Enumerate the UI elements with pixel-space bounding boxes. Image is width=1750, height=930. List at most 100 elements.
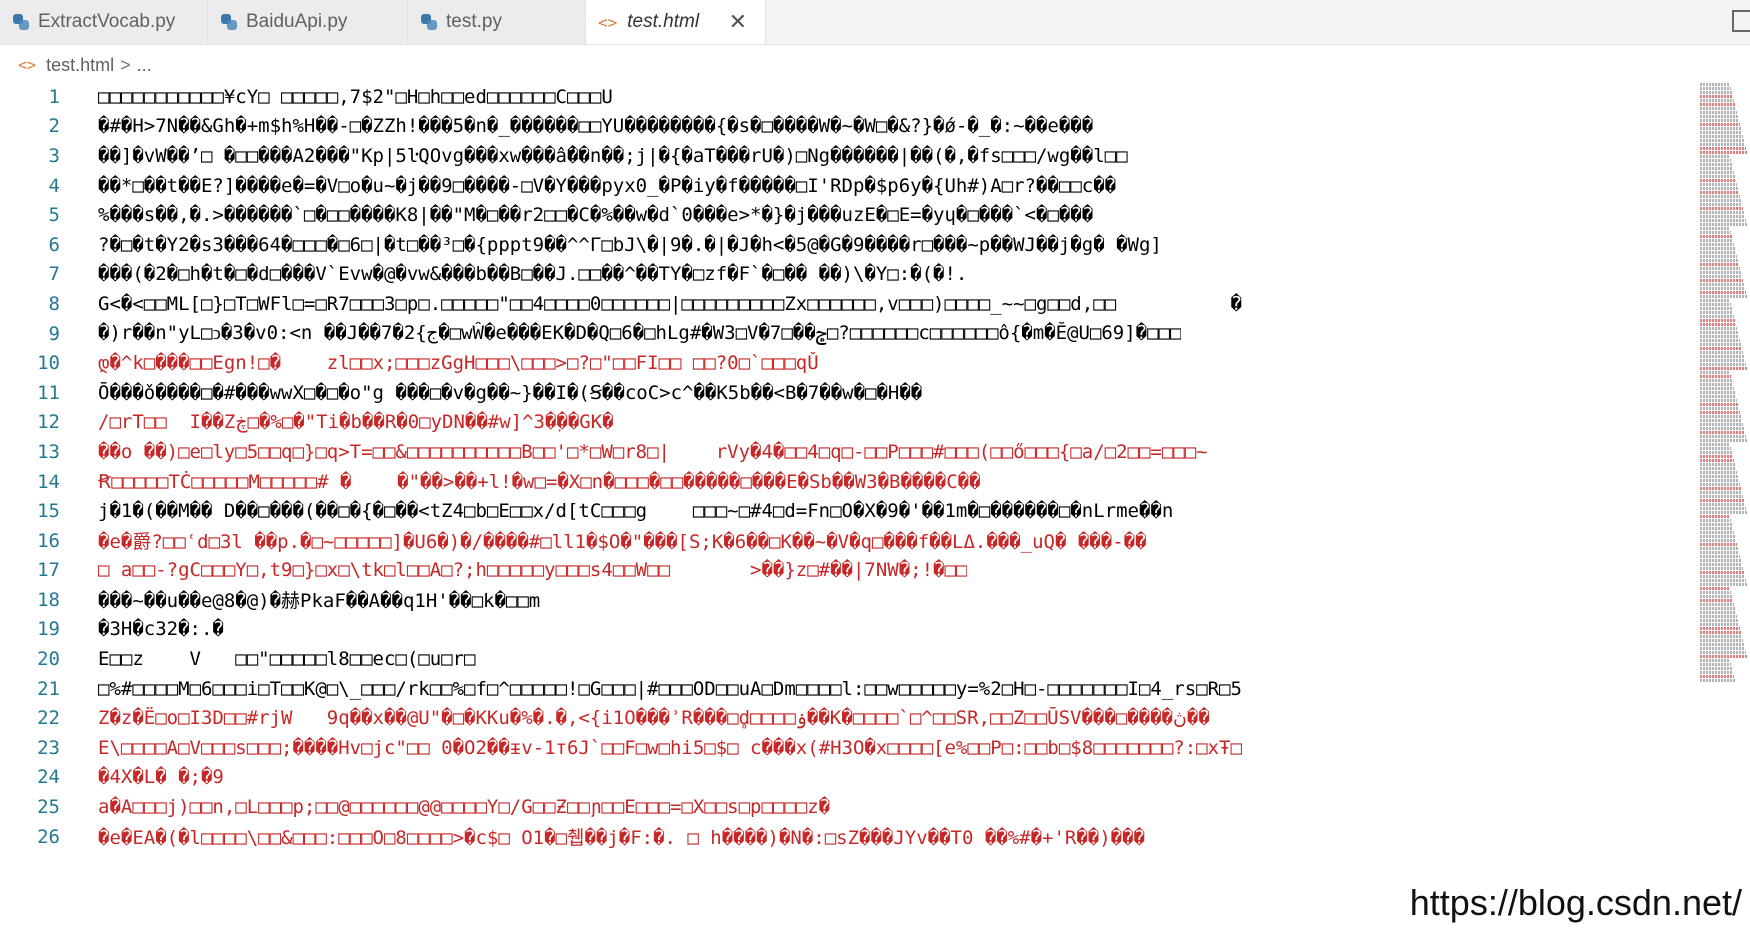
tab-baiduapi[interactable]: BaiduApi.py [208, 0, 408, 44]
watermark-text: https://blog.csdn.net/ [1409, 882, 1742, 923]
code-line[interactable]: 22 Z�z�Ë□o□I3D□□#rjW 9q��x��@U"�□�KKu�%�.… [0, 703, 1700, 733]
minimap-line [1700, 351, 1743, 354]
code-line[interactable]: 4 ��*□��t��E?]����e�=�V□o�u~�j��9□����-□V… [0, 171, 1700, 201]
line-text[interactable]: Ō���ǒ����□�#���wwX□�□�o"g ���□�v�g��~}��… [98, 382, 922, 404]
minimap-line [1700, 591, 1731, 594]
code-line[interactable]: 15 j�1�(��M�� D��□���(��□�{�□��<tZ4□b□E□□… [0, 496, 1700, 526]
line-text[interactable]: Ꞧ□□□□□TĊ□□□□□M□□□□□# � �"��>��+l!�w□=�X□… [98, 471, 981, 493]
tab-bar: ExtractVocab.py BaiduApi.py test.py <> t… [0, 0, 1750, 45]
code-line[interactable]: 12 /□rT□□ I��Zڿ□�%□�"Ti�b��R�0□yDN��#w]^3… [0, 408, 1700, 438]
minimap-line [1700, 235, 1732, 238]
line-text[interactable]: �e�EA�(�l□□□□\□□&□□□:□□□O□8□□□□>�c$□ O1�… [98, 823, 1145, 850]
code-line[interactable]: 2 �#�H>7N��&Gh�+m$h%H��-□�ZZh!���5�n�_���… [0, 112, 1700, 142]
minimap[interactable] [1698, 82, 1750, 930]
line-text[interactable]: ��*□��t��E?]����e�=�V□o�u~�j��9□����-□V�… [98, 175, 1116, 197]
code-line[interactable]: 6 ?�□�t�Y2�s3���64�□□□�□6□|�t□��³□�{pppt9… [0, 230, 1700, 260]
minimap-line [1700, 231, 1731, 234]
line-text[interactable]: ���(�2�□h�t�□�d□���V`Evw�@�vw&���b��B□��… [98, 263, 967, 285]
minimap-line [1700, 107, 1736, 110]
minimap-line [1700, 359, 1745, 362]
line-text[interactable]: /□rT□□ I��Zڿ□�%□�"Ti�b��R�0□yDN��#w]^3�ٜ… [98, 411, 614, 433]
minimap-line [1700, 459, 1734, 462]
code-line[interactable]: 20 E□□z V □□"□□□□□l8□□ec□(□u□r□ [0, 644, 1700, 674]
minimap-line [1700, 139, 1744, 142]
minimap-line [1700, 143, 1745, 146]
minimap-line [1700, 659, 1730, 662]
minimap-line [1700, 87, 1731, 90]
line-number: 19 [37, 618, 60, 641]
minimap-line [1700, 447, 1731, 450]
line-text[interactable]: ��]�vW��’□ �□□���A2���"Kp|5ŀQOvg���xw���… [98, 145, 1128, 167]
code-line[interactable]: 9 �)r��n"yL□ↄ�3�v0:<n ��J��7�2{ج�□wŴ�e���… [0, 319, 1700, 349]
code-line[interactable]: 17 □ a□□-?gC□□□Y□,t9□}□x□\tk□l□□A□?;h□□□□… [0, 556, 1700, 586]
code-line[interactable]: 14 Ꞧ□□□□□TĊ□□□□□M□□□□□# � �"��>��+l!�w□=�… [0, 467, 1700, 497]
code-line[interactable]: 25 a�A□□□j)□□n,□L□□□p;□□@□□□□□□@@□□□□Y□/G… [0, 792, 1700, 822]
code-line[interactable]: 16 �e�爵?□□ʿd□3l ��p.�□~□□□□□]�U6�)�/����#… [0, 526, 1700, 556]
line-number: 26 [37, 825, 60, 848]
code-line[interactable]: 24 �4X�L� �;�9 [0, 763, 1700, 793]
line-text[interactable]: G<�<□□ML[□}□T□WFl□=□R7□□□3□p□.□□□□□"□□4□… [98, 293, 1242, 315]
minimap-line [1700, 423, 1743, 426]
code-line[interactable]: 1 □□□□□□□□□□□¥cY□ □□□□□,7$2"□H□h□□ed□□□□□… [0, 82, 1700, 112]
code-line[interactable]: 26 �e�EA�(�l□□□□\□□&□□□:□□□O□8□□□□>�c$□ O… [0, 822, 1700, 852]
minimap-line [1700, 99, 1734, 102]
line-text[interactable]: j�1�(��M�� D��□���(��□�{�□��<tZ4□b□E□□x/… [98, 500, 1173, 522]
line-number: 3 [48, 144, 60, 167]
split-editor-icon[interactable] [1732, 10, 1750, 32]
line-text[interactable]: დ�^k□���□□Egn!□� zl□□x;□□□zGgH□□□\□□□>□?… [98, 352, 819, 374]
code-line[interactable]: 21 □%#□□□□M□6□□□i□T□□K@□\_□□□/rk□□%□f□^□□… [0, 674, 1700, 704]
minimap-line [1700, 531, 1734, 534]
tab-extractvocab[interactable]: ExtractVocab.py [0, 0, 208, 44]
minimap-line [1700, 203, 1742, 206]
code-line[interactable]: 13 ��o ��)□e□ly□5□□q□}□q>T=□□&□□□□□□□□□□B… [0, 437, 1700, 467]
minimap-line [1700, 331, 1738, 334]
minimap-line [1700, 151, 1747, 154]
code-line[interactable]: 18 ���~��u��e@8�@)�赫PkaF��A��q1H'��□k�□□m [0, 585, 1700, 615]
minimap-line [1700, 607, 1735, 610]
code-line[interactable]: 8 G<�<□□ML[□}□T□WFl□=□R7□□□3□p□.□□□□□"□□4… [0, 289, 1700, 319]
line-text[interactable]: □□□□□□□□□□□¥cY□ □□□□□,7$2"□H□h□□ed□□□□□□… [98, 86, 613, 108]
tab-test-html[interactable]: <> test.html ✕ [586, 0, 766, 44]
minimap-line [1700, 195, 1740, 198]
line-text[interactable]: E□□z V □□"□□□□□l8□□ec□(□u□r□ [98, 648, 476, 670]
code-line[interactable]: 7 ���(�2�□h�t�□�d□���V`Evw�@�vw&���b��B□�… [0, 260, 1700, 290]
code-line[interactable]: 19 �3H�c32�:.� [0, 615, 1700, 645]
line-text[interactable]: �3H�c32�:.� [98, 618, 224, 640]
line-text[interactable]: □%#□□□□M□6□□□i□T□□K@□\_□□□/rk□□%□f□^□□□□… [98, 678, 1242, 700]
minimap-line [1700, 487, 1741, 490]
line-text[interactable]: �e�爵?□□ʿd□3l ��p.�□~□□□□□]�U6�)�/����#□l… [98, 527, 1147, 554]
breadcrumb-more[interactable]: ... [137, 55, 152, 76]
code-line[interactable]: 5 %���s��,�.>������`□�□□����K8|��"M�□��r2… [0, 200, 1700, 230]
line-text[interactable]: �#�H>7N��&Gh�+m$h%H��-□�ZZh!���5�n�_����… [98, 115, 1093, 137]
code-line[interactable]: 11 Ō���ǒ����□�#���wwX□�□�o"g ���□�v�g��~}… [0, 378, 1700, 408]
line-text[interactable]: �)r��n"yL□ↄ�3�v0:<n ��J��7�2{ج�□wŴ�e���E… [98, 322, 1181, 345]
minimap-line [1700, 83, 1730, 86]
line-text[interactable]: ���~��u��e@8�@)�赫PkaF��A��q1H'��□k�□□m [98, 586, 540, 613]
line-text[interactable]: □ a□□-?gC□□□Y□,t9□}□x□\tk□l□□A□?;h□□□□□y… [98, 559, 967, 581]
minimap-line [1700, 555, 1740, 558]
close-icon[interactable]: ✕ [721, 9, 747, 35]
line-text[interactable]: ?�□�t�Y2�s3���64�□□□�□6□|�t□��³□�{pppt9�… [98, 234, 1162, 256]
minimap-line [1700, 379, 1732, 382]
line-number: 1 [48, 85, 60, 108]
line-text[interactable]: a�A□□□j)□□n,□L□□□p;□□@□□□□□□@@□□□□Y□/G□□… [98, 796, 830, 818]
line-text[interactable]: E\□□□□A□V□□□s□□□;����Hv□jc"□□ 0�O2��ᵻv-1… [98, 737, 1242, 759]
minimap-line [1700, 127, 1741, 130]
line-text[interactable]: Z�z�Ë□o□I3D□□#rjW 9q��x��@U"�□�KKu�%�.�,… [98, 707, 1210, 729]
tab-test-py[interactable]: test.py [408, 0, 586, 44]
minimap-line [1700, 271, 1741, 274]
code-line[interactable]: 3 ��]�vW��’□ �□□���A2���"Kp|5ŀQOvg���xw��… [0, 141, 1700, 171]
minimap-line [1700, 603, 1734, 606]
code-line[interactable]: 23 E\□□□□A□V□□□s□□□;����Hv□jc"□□ 0�O2��ᵻv… [0, 733, 1700, 763]
line-text[interactable]: �4X�L� �;�9 [98, 766, 224, 788]
minimap-line [1700, 175, 1735, 178]
minimap-line [1700, 515, 1730, 518]
minimap-line [1700, 575, 1745, 578]
html-file-icon: <> [18, 56, 37, 74]
line-text[interactable]: %���s��,�.>������`□�□□����K8|��"M�□��r2□… [98, 204, 1093, 226]
line-text[interactable]: ��o ��)□e□ly□5□□q□}□q>T=□□&□□□□□□□□□□B□□… [98, 441, 1208, 463]
code-line[interactable]: 10 დ�^k□���□□Egn!□� zl□□x;□□□zGgH□□□\□□□>… [0, 348, 1700, 378]
breadcrumb-file[interactable]: test.html [46, 55, 114, 76]
code-editor[interactable]: 1 □□□□□□□□□□□¥cY□ □□□□□,7$2"□H□h□□ed□□□□□… [0, 82, 1700, 930]
minimap-line [1700, 159, 1731, 162]
